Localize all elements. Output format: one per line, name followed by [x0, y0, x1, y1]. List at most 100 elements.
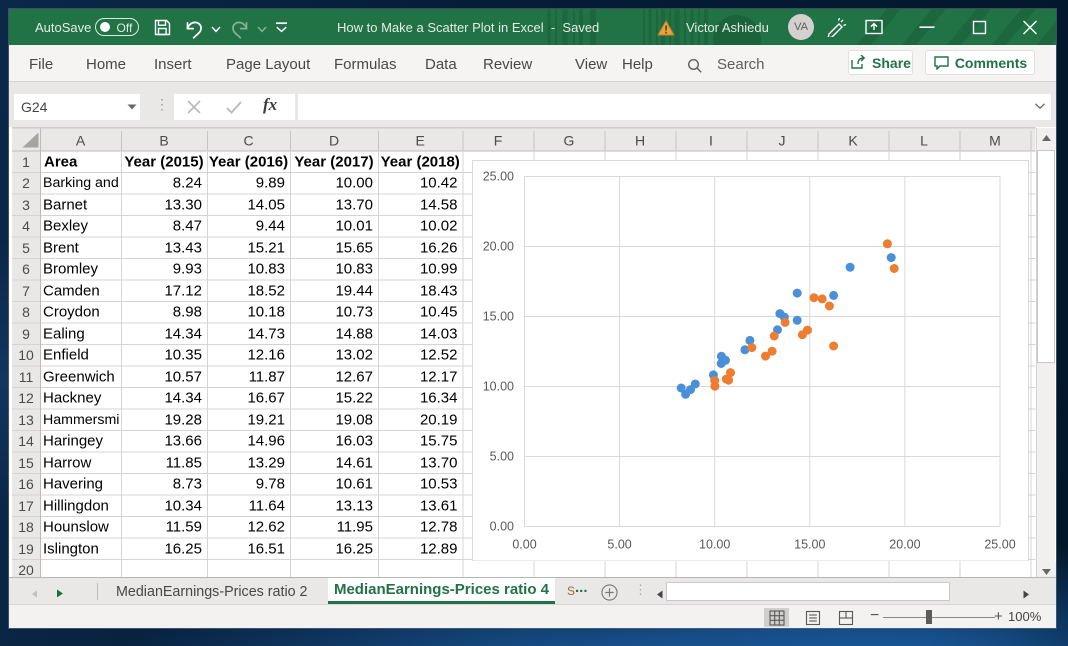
svg-text:19.28: 19.28: [164, 411, 202, 428]
svg-text:Hillingdon: Hillingdon: [43, 497, 109, 514]
svg-text:15.75: 15.75: [420, 433, 458, 450]
svg-text:10.73: 10.73: [335, 304, 373, 321]
svg-text:16.34: 16.34: [420, 390, 458, 407]
svg-text:Islington: Islington: [43, 540, 99, 557]
svg-text:12: 12: [18, 390, 34, 406]
svg-text:8.24: 8.24: [173, 175, 202, 192]
svg-text:14.96: 14.96: [247, 433, 285, 450]
svg-text:E: E: [416, 133, 425, 149]
svg-text:4: 4: [22, 218, 30, 234]
svg-text:5.00: 5.00: [607, 537, 631, 551]
svg-text:13.43: 13.43: [164, 239, 202, 256]
svg-text:10.61: 10.61: [335, 476, 373, 493]
svg-text:15.22: 15.22: [335, 390, 373, 407]
svg-text:D: D: [329, 133, 339, 149]
svg-text:Enfield: Enfield: [43, 347, 89, 364]
svg-text:11.59: 11.59: [166, 519, 202, 536]
svg-text:12.67: 12.67: [335, 368, 373, 385]
svg-text:Haringey: Haringey: [43, 433, 104, 450]
svg-text:10.34: 10.34: [164, 497, 202, 514]
svg-text:15.00: 15.00: [794, 537, 825, 551]
svg-text:G: G: [564, 133, 575, 149]
svg-text:16.25: 16.25: [164, 540, 202, 557]
svg-text:3: 3: [22, 197, 30, 213]
svg-text:Year (2015): Year (2015): [124, 153, 203, 170]
svg-text:19.44: 19.44: [335, 282, 373, 299]
svg-text:13.70: 13.70: [335, 196, 373, 213]
svg-text:16.03: 16.03: [335, 433, 373, 450]
svg-text:13.66: 13.66: [164, 433, 202, 450]
svg-text:C: C: [243, 133, 253, 149]
svg-text:9: 9: [22, 326, 30, 342]
svg-text:13: 13: [18, 412, 34, 428]
svg-text:11.85: 11.85: [166, 454, 202, 471]
svg-text:Brent: Brent: [43, 239, 80, 256]
svg-text:20.00: 20.00: [889, 537, 920, 551]
svg-text:13.29: 13.29: [247, 454, 285, 471]
svg-text:17.12: 17.12: [164, 282, 202, 299]
svg-text:L: L: [920, 133, 928, 149]
svg-text:14.73: 14.73: [247, 325, 285, 342]
svg-text:10.45: 10.45: [420, 304, 458, 321]
svg-text:10.83: 10.83: [247, 261, 285, 278]
svg-text:17: 17: [18, 498, 34, 514]
svg-text:10: 10: [18, 347, 34, 363]
svg-text:Harrow: Harrow: [43, 454, 92, 471]
svg-text:14.34: 14.34: [164, 325, 202, 342]
svg-text:9.93: 9.93: [173, 261, 202, 278]
svg-text:Year (2018): Year (2018): [381, 153, 460, 170]
svg-text:Bromley: Bromley: [43, 261, 99, 278]
svg-text:M: M: [989, 133, 1001, 149]
svg-text:Camden: Camden: [43, 282, 100, 299]
svg-text:12.62: 12.62: [247, 519, 285, 536]
svg-text:18.52: 18.52: [247, 282, 285, 299]
svg-text:Havering: Havering: [43, 476, 103, 493]
svg-text:1: 1: [22, 154, 30, 170]
svg-text:8.73: 8.73: [173, 476, 202, 493]
svg-text:14.61: 14.61: [335, 454, 373, 471]
svg-text:11.87: 11.87: [249, 368, 285, 385]
svg-text:10.02: 10.02: [420, 218, 458, 235]
svg-text:11: 11: [19, 369, 34, 385]
svg-text:14: 14: [18, 433, 34, 449]
svg-text:10.00: 10.00: [483, 379, 514, 393]
svg-text:16: 16: [18, 476, 34, 492]
svg-text:7: 7: [22, 283, 30, 299]
svg-text:18.43: 18.43: [420, 282, 458, 299]
svg-text:9.44: 9.44: [256, 218, 285, 235]
svg-text:19: 19: [18, 541, 34, 557]
svg-text:12.78: 12.78: [420, 519, 458, 536]
svg-text:5.00: 5.00: [490, 449, 514, 463]
svg-text:16.26: 16.26: [420, 239, 458, 256]
svg-text:13.70: 13.70: [420, 454, 458, 471]
svg-text:Barking and: Barking and: [43, 175, 119, 191]
svg-text:10.57: 10.57: [164, 368, 202, 385]
svg-text:14.34: 14.34: [164, 390, 202, 407]
svg-text:15.65: 15.65: [335, 239, 373, 256]
svg-text:13.61: 13.61: [420, 497, 458, 514]
svg-text:10.83: 10.83: [335, 261, 373, 278]
svg-text:0.00: 0.00: [490, 519, 514, 533]
svg-text:2: 2: [22, 175, 30, 191]
svg-text:25.00: 25.00: [984, 537, 1015, 551]
svg-text:0.00: 0.00: [512, 537, 536, 551]
svg-text:13.02: 13.02: [335, 347, 373, 364]
svg-text:12.89: 12.89: [420, 540, 458, 557]
svg-text:9.89: 9.89: [256, 175, 285, 192]
svg-text:19.08: 19.08: [335, 411, 373, 428]
svg-text:Hammersmi: Hammersmi: [43, 412, 119, 428]
svg-text:12.52: 12.52: [420, 347, 458, 364]
svg-text:12.17: 12.17: [420, 368, 458, 385]
svg-text:10.42: 10.42: [420, 175, 458, 192]
svg-text:H: H: [635, 133, 645, 149]
svg-text:14.03: 14.03: [420, 325, 458, 342]
svg-text:13.30: 13.30: [164, 196, 202, 213]
svg-text:Ealing: Ealing: [43, 325, 85, 342]
svg-text:I: I: [709, 133, 713, 149]
svg-text:20: 20: [18, 562, 34, 577]
svg-text:Year (2016): Year (2016): [209, 153, 288, 170]
svg-text:A: A: [76, 133, 86, 149]
svg-text:Greenwich: Greenwich: [43, 368, 115, 385]
svg-text:16.25: 16.25: [335, 540, 373, 557]
svg-text:Year (2017): Year (2017): [294, 153, 373, 170]
